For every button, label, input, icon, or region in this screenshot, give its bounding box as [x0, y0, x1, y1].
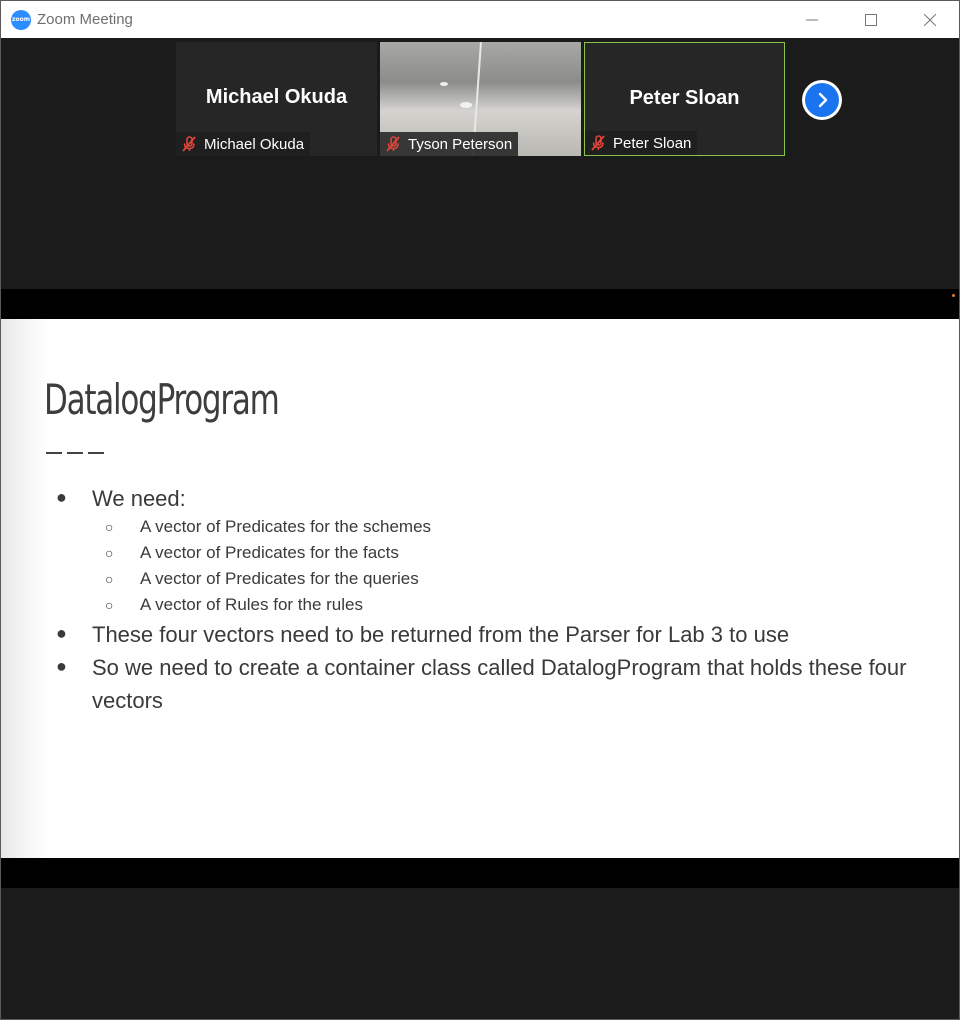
minimize-button[interactable]: [782, 1, 841, 38]
shared-screen[interactable]: DatalogProgram ● We need: ○ A vector of …: [1, 319, 959, 858]
meeting-background: [1, 888, 959, 1019]
sub-bullet-text: A vector of Predicates for the queries: [140, 569, 419, 588]
participant-label: Peter Sloan: [585, 131, 698, 155]
bullet-text: These four vectors need to be returned f…: [92, 622, 790, 647]
participant-label: Tyson Peterson: [380, 132, 519, 156]
recording-indicator-dot: [952, 294, 955, 297]
next-page-button[interactable]: [802, 80, 842, 120]
bullet-text: We need:: [92, 486, 186, 511]
minimize-icon: [805, 19, 818, 20]
active-speaker-tile[interactable]: Peter Sloan Peter Sloan: [584, 42, 785, 156]
zoom-logo-icon: zoom: [11, 9, 31, 30]
bullet-marker: ●: [56, 656, 67, 676]
bullet-item: ● We need:: [56, 482, 912, 515]
sub-bullet-item: ○ A vector of Predicates for the queries: [105, 568, 419, 590]
zoom-window: zoom Zoom Meeting Michael Okuda Michael …: [0, 0, 960, 1020]
sub-bullet-marker: ○: [105, 545, 114, 561]
sub-bullet-marker: ○: [105, 597, 114, 613]
window-controls: [782, 1, 959, 38]
participant-name-display: Peter Sloan: [629, 87, 740, 109]
participant-gallery: Michael Okuda Michael Okuda Tyson Peters…: [1, 38, 959, 289]
letterbox-bottom: [1, 858, 959, 888]
window-title: Zoom Meeting: [37, 11, 133, 28]
sub-bullet-text: A vector of Predicates for the facts: [140, 543, 399, 562]
bullet-marker: ●: [56, 487, 67, 507]
sub-bullet-marker: ○: [105, 571, 114, 587]
participant-name-label: Tyson Peterson: [408, 135, 513, 153]
slide-title: DatalogProgram: [44, 375, 280, 424]
sub-bullet-text: A vector of Predicates for the schemes: [140, 517, 432, 536]
bullet-item: ● So we need to create a container class…: [56, 651, 912, 717]
bullet-marker: ●: [56, 623, 67, 643]
participant-name-label: Peter Sloan: [613, 134, 692, 152]
close-button[interactable]: [900, 1, 959, 38]
close-icon: [923, 13, 936, 26]
microphone-muted-icon: [589, 134, 607, 152]
microphone-muted-icon: [384, 135, 402, 153]
participant-tile[interactable]: Tyson Peterson: [380, 42, 581, 156]
bullet-item: ● These four vectors need to be returned…: [56, 618, 912, 651]
letterbox-top: [1, 289, 959, 319]
sub-bullet-text: A vector of Rules for the rules: [140, 595, 363, 614]
participant-name-display: Michael Okuda: [205, 86, 348, 108]
sub-bullet-item: ○ A vector of Rules for the rules: [105, 594, 363, 616]
chevron-right-icon: [818, 92, 828, 108]
maximize-button[interactable]: [841, 1, 900, 38]
participant-label: Michael Okuda: [176, 132, 311, 156]
sub-bullet-marker: ○: [105, 519, 114, 535]
sub-bullet-item: ○ A vector of Predicates for the facts: [105, 542, 399, 564]
title-underline: [46, 452, 104, 454]
participant-tile[interactable]: Michael Okuda Michael Okuda: [176, 42, 377, 156]
bullet-text: So we need to create a container class c…: [92, 655, 907, 713]
maximize-icon: [864, 13, 877, 26]
title-bar[interactable]: zoom Zoom Meeting: [1, 1, 959, 38]
sub-bullet-item: ○ A vector of Predicates for the schemes: [105, 516, 431, 538]
participant-name-label: Michael Okuda: [204, 135, 305, 153]
microphone-muted-icon: [180, 135, 198, 153]
